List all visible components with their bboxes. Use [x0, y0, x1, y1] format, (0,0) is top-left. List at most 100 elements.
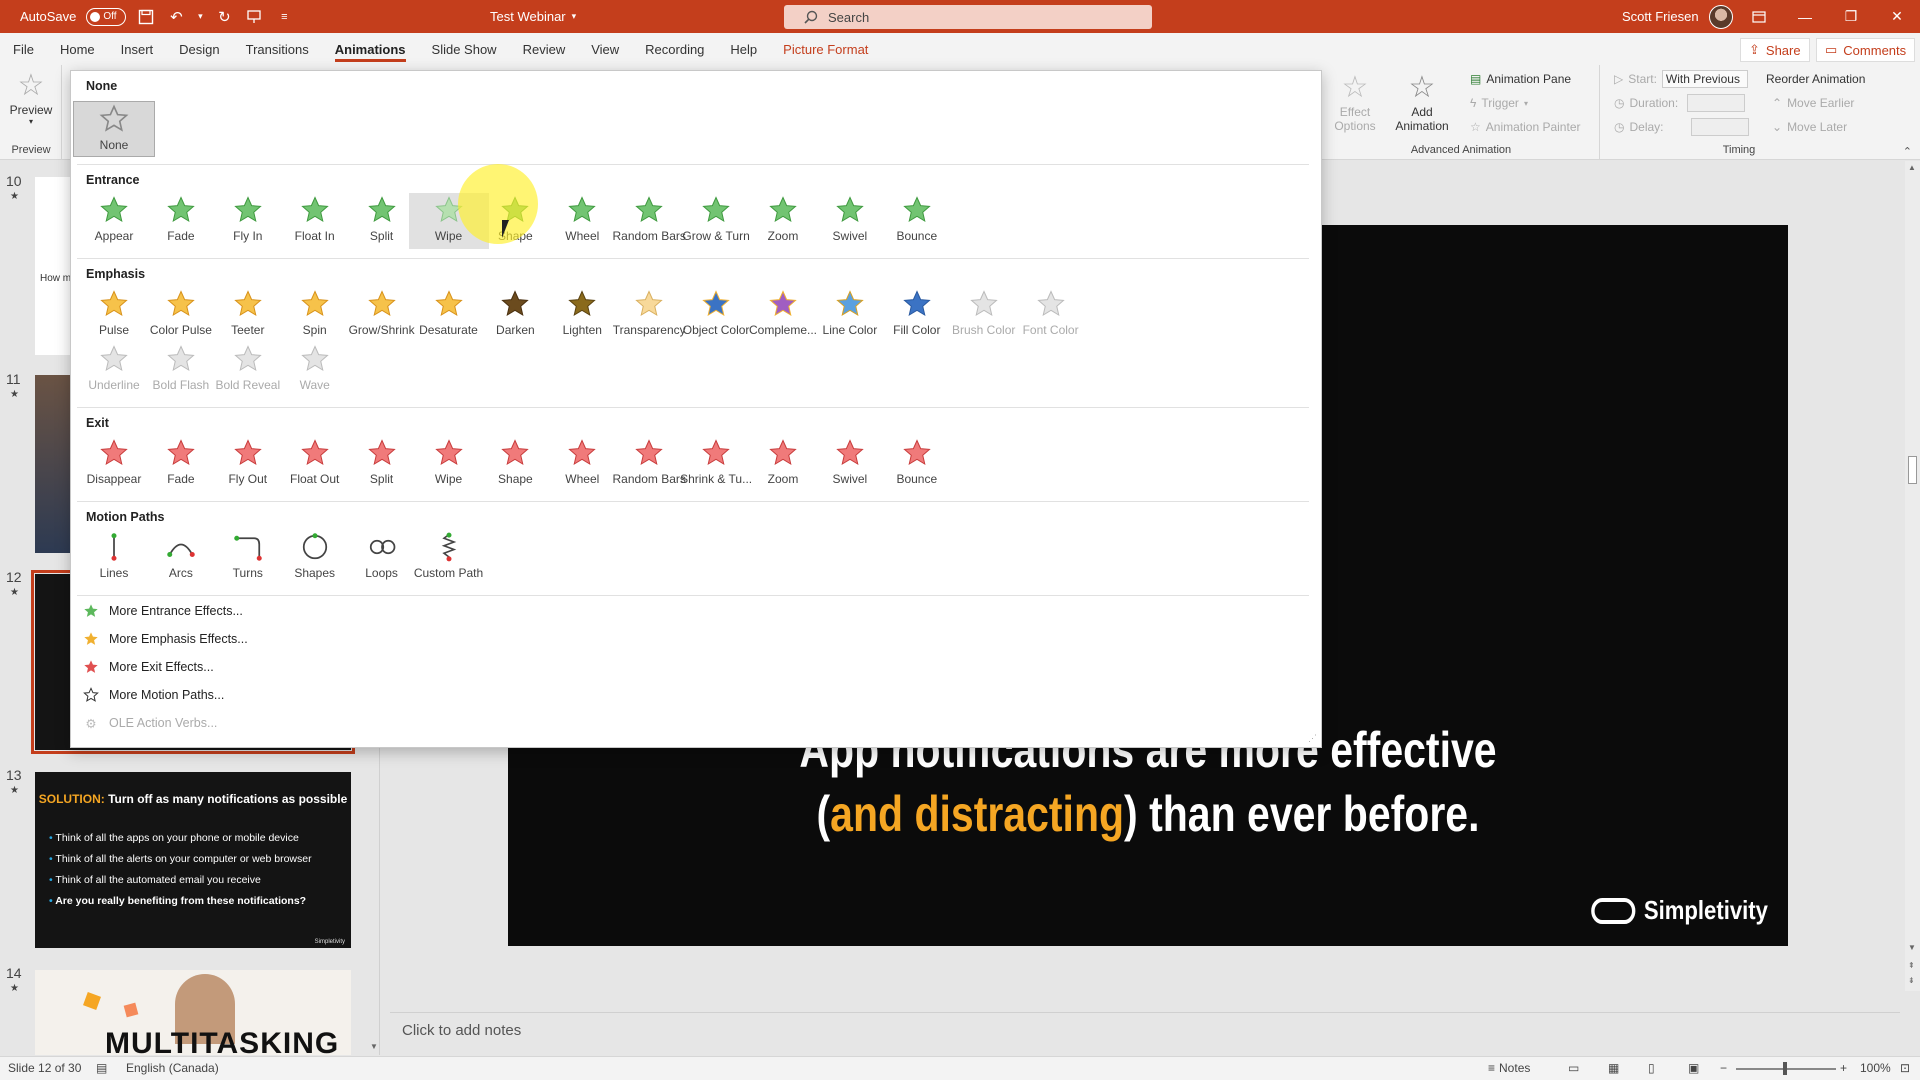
animation-label: Wheel: [565, 229, 600, 243]
entrance-star-icon: [902, 193, 932, 227]
slide-sorter-icon[interactable]: ▦: [1608, 1061, 1619, 1075]
zoom-in-icon[interactable]: +: [1840, 1061, 1847, 1075]
redo-icon[interactable]: ↻: [214, 7, 234, 27]
restore-icon[interactable]: ❐: [1828, 0, 1874, 33]
close-icon[interactable]: ✕: [1874, 0, 1920, 33]
thumb-number: 12: [6, 569, 22, 585]
zoom-slider-thumb[interactable]: [1783, 1062, 1787, 1075]
trigger-button[interactable]: ϟ Trigger ▾: [1470, 93, 1528, 113]
add-animation-button[interactable]: ☆ Add Animation: [1394, 71, 1450, 133]
ole-action-verbs[interactable]: ⚙ OLE Action Verbs...: [83, 712, 217, 734]
duration-input[interactable]: [1687, 94, 1746, 112]
more-emphasis-effects[interactable]: More Emphasis Effects...: [83, 628, 248, 650]
notes-pane[interactable]: Click to add notes: [390, 1012, 1900, 1048]
slide-thumbnail-14[interactable]: MULTITASKING: [35, 970, 351, 1055]
minimize-icon[interactable]: —: [1782, 0, 1828, 33]
spellcheck-icon[interactable]: ▤: [96, 1061, 107, 1075]
tab-home[interactable]: Home: [47, 33, 108, 65]
present-icon[interactable]: [244, 7, 264, 27]
collapse-ribbon-icon[interactable]: ⌃: [1903, 145, 1912, 158]
entrance-bounce[interactable]: Bounce: [877, 193, 957, 249]
delay-input[interactable]: [1690, 118, 1749, 136]
scroll-down-icon[interactable]: ▼: [1908, 943, 1916, 952]
scroll-up-icon[interactable]: ▲: [1908, 163, 1916, 172]
editor-scrollbar[interactable]: ▲ ▼ ⇞ ⇟: [1905, 161, 1920, 991]
emphasis-star-icon: [367, 287, 397, 321]
next-slide-icon[interactable]: ⇟: [1908, 976, 1915, 985]
tab-animations[interactable]: Animations: [322, 33, 419, 65]
language-indicator[interactable]: English (Canada): [126, 1061, 219, 1075]
autosave-toggle[interactable]: Off: [86, 7, 127, 26]
search-placeholder: Search: [828, 9, 870, 25]
search-box[interactable]: Search: [784, 5, 1152, 29]
slide-line-2[interactable]: (and distracting) than ever before.: [623, 785, 1673, 843]
customize-qat-icon[interactable]: ≡: [274, 7, 294, 27]
more-exit-effects[interactable]: More Exit Effects...: [83, 656, 214, 678]
tab-picture-format[interactable]: Picture Format: [770, 33, 881, 65]
more-entrance-effects[interactable]: More Entrance Effects...: [83, 600, 243, 622]
scroll-thumb[interactable]: [1908, 456, 1917, 484]
undo-icon[interactable]: ↶: [166, 7, 186, 27]
normal-view-icon[interactable]: ▭: [1568, 1061, 1579, 1075]
effect-options-button[interactable]: ☆ Effect Options: [1330, 71, 1380, 133]
simpletivity-logo-icon: [1591, 897, 1636, 924]
tab-review[interactable]: Review: [510, 33, 579, 65]
animation-painter-button[interactable]: ☆ Animation Painter: [1470, 117, 1580, 137]
undo-dropdown-icon[interactable]: ▾: [196, 7, 204, 27]
tab-view[interactable]: View: [578, 33, 632, 65]
tab-recording[interactable]: Recording: [632, 33, 717, 65]
animation-star-icon: ★: [10, 389, 19, 400]
slide-line-2-open: (: [816, 786, 831, 842]
tab-design[interactable]: Design: [166, 33, 232, 65]
entrance-star-icon: [99, 193, 129, 227]
emphasis-font-color[interactable]: Font Color: [1011, 287, 1091, 343]
slideshow-view-icon[interactable]: ▣: [1688, 1061, 1699, 1075]
save-icon[interactable]: [136, 7, 156, 27]
tab-help[interactable]: Help: [717, 33, 770, 65]
animation-label: Wipe: [434, 229, 463, 243]
slide-highlight-text: and distracting: [830, 786, 1125, 842]
tab-file[interactable]: File: [0, 33, 47, 65]
animation-pane-button[interactable]: ▤ Animation Pane: [1470, 69, 1571, 89]
move-earlier-button[interactable]: ⌃ Move Earlier: [1772, 93, 1854, 113]
tab-slide-show[interactable]: Slide Show: [419, 33, 510, 65]
delay-row: ◷ Delay:: [1614, 117, 1749, 137]
slide-thumbnail-13[interactable]: SOLUTION: Turn off as many notifications…: [35, 772, 351, 948]
slide-logo: Simpletivity: [1591, 895, 1768, 926]
scroll-down-icon[interactable]: ▼: [370, 1042, 378, 1051]
more-motion-paths[interactable]: More Motion Paths...: [83, 684, 224, 706]
animation-label: Color Pulse: [149, 323, 212, 337]
start-select[interactable]: With Previous: [1661, 70, 1748, 88]
resize-grip-icon[interactable]: ⋰: [1308, 733, 1317, 744]
zoom-level[interactable]: 100%: [1860, 1061, 1891, 1075]
emphasis-star-icon: [969, 287, 999, 321]
animation-label: Arcs: [168, 566, 193, 580]
tab-transitions[interactable]: Transitions: [233, 33, 322, 65]
ribbon-display-options-icon[interactable]: [1736, 0, 1782, 33]
move-later-button[interactable]: ⌄ Move Later: [1772, 117, 1847, 137]
preview-button[interactable]: ☆ Preview ▾: [6, 69, 56, 139]
divider: [77, 501, 1309, 502]
account-area[interactable]: Scott Friesen: [1622, 0, 1733, 33]
motion-custom-path[interactable]: Custom Path: [409, 530, 489, 586]
start-value: With Previous: [1665, 72, 1740, 86]
animation-label: Random Bars: [612, 229, 686, 243]
entrance-star-icon: [434, 193, 464, 227]
exit-bounce[interactable]: Bounce: [877, 436, 957, 492]
fit-to-window-icon[interactable]: ⊡: [1900, 1061, 1910, 1075]
reading-view-icon[interactable]: ▯: [1648, 1061, 1655, 1075]
zoom-out-icon[interactable]: −: [1720, 1061, 1727, 1075]
tab-insert[interactable]: Insert: [108, 33, 167, 65]
animation-label: Zoom: [767, 229, 799, 243]
previous-slide-icon[interactable]: ⇞: [1908, 961, 1915, 970]
emphasis-wave[interactable]: Wave: [275, 342, 355, 398]
comments-button[interactable]: ▭ Comments: [1816, 38, 1916, 62]
document-title[interactable]: Test Webinar ▾: [490, 0, 576, 33]
slide-logo-text: Simpletivity: [1643, 895, 1768, 925]
animation-none[interactable]: None: [73, 101, 155, 157]
emphasis-star-icon: [166, 342, 196, 376]
notes-toggle-button[interactable]: ≡ Notes: [1488, 1061, 1530, 1075]
share-button[interactable]: ⇪ Share: [1740, 38, 1810, 62]
slide-line-2-rest: ) than ever before.: [1124, 786, 1480, 842]
animation-label: Darken: [496, 323, 535, 337]
